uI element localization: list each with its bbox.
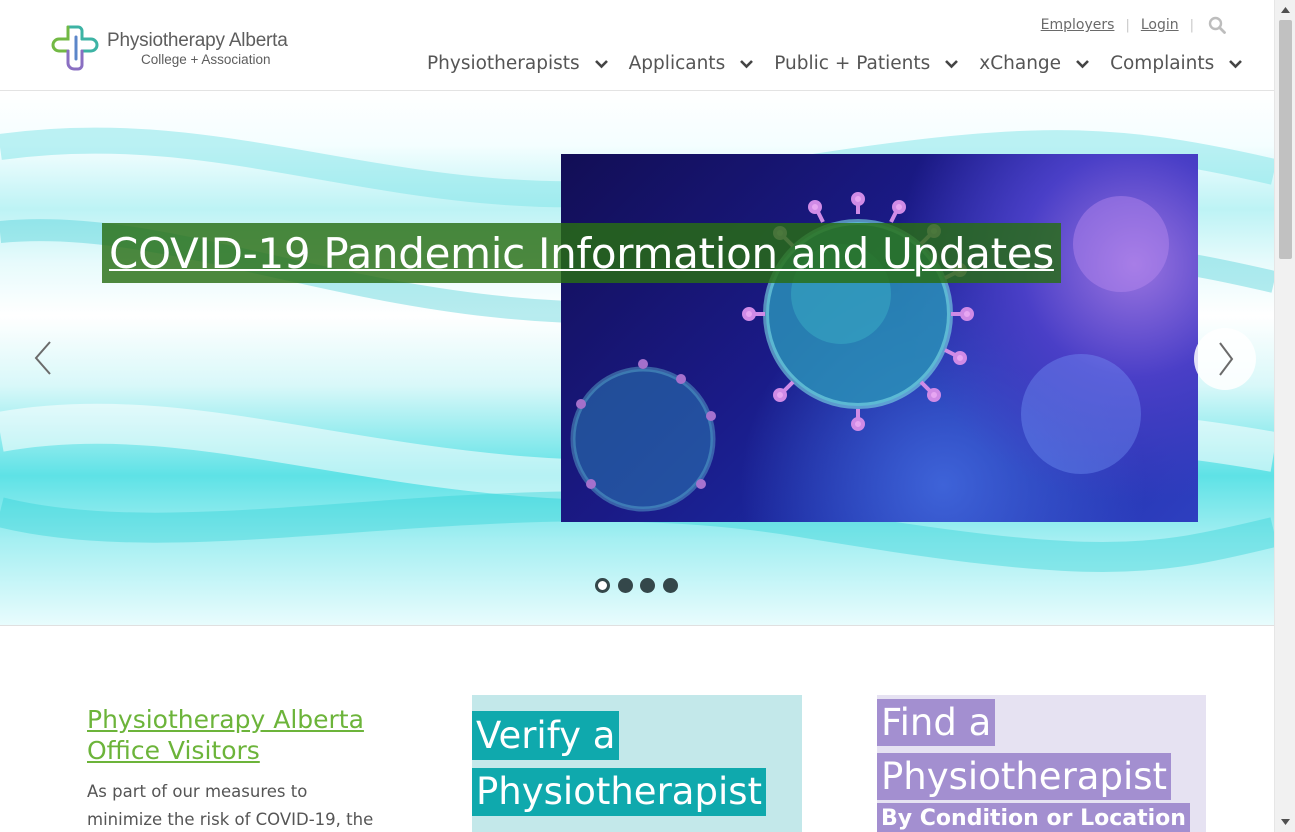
logo-name: Physiotherapy Alberta (107, 30, 288, 51)
office-visitors-text: As part of our measures to minimize the … (87, 782, 374, 829)
tile-line: Physiotherapist (472, 768, 767, 816)
content-section: Physiotherapy Alberta Office Visitors As… (0, 625, 1274, 832)
logo-subtitle: College + Association (141, 52, 271, 67)
main-nav: Physiotherapists Applicants Public + Pat… (427, 53, 1263, 74)
chevron-down-icon (1229, 59, 1243, 68)
page: Physiotherapy Alberta College + Associat… (0, 0, 1295, 832)
nav-public-patients[interactable]: Public + Patients (774, 53, 959, 74)
virus-illustration (570, 192, 1169, 512)
nav-applicants[interactable]: Applicants (629, 53, 755, 74)
chevron-down-icon (740, 59, 754, 68)
nav-label: Complaints (1110, 53, 1215, 74)
nav-label: xChange (979, 53, 1062, 74)
employers-link[interactable]: Employers (1041, 17, 1115, 33)
carousel-dots (595, 578, 685, 593)
site-header: Physiotherapy Alberta College + Associat… (0, 0, 1274, 91)
nav-complaints[interactable]: Complaints (1110, 53, 1243, 74)
tile-line: Physiotherapist (877, 753, 1172, 800)
hero-title-link[interactable]: COVID-19 Pandemic Information and Update… (109, 229, 1054, 278)
coronavirus-image[interactable] (561, 154, 1198, 522)
nav-label: Applicants (628, 53, 726, 74)
chevron-down-icon (594, 59, 608, 68)
divider: | (1189, 17, 1194, 33)
nav-label: Physiotherapists (427, 53, 580, 74)
utility-nav: Employers | Login | (1041, 16, 1226, 34)
divider: | (1125, 17, 1130, 33)
chevron-right-icon (1219, 342, 1234, 376)
scroll-up-arrow-icon[interactable] (1275, 0, 1295, 20)
search-icon[interactable] (1208, 16, 1226, 34)
chevron-down-icon (1076, 59, 1089, 68)
carousel-dot-3[interactable] (640, 578, 655, 593)
hero-carousel: COVID-19 Pandemic Information and Update… (0, 92, 1274, 625)
find-physiotherapist-tile[interactable]: Find a Physiotherapist By Condition or L… (877, 695, 1206, 832)
scroll-down-arrow-icon[interactable] (1275, 812, 1295, 832)
page-scrollbar[interactable] (1274, 0, 1295, 832)
hero-title-box: COVID-19 Pandemic Information and Update… (102, 223, 1061, 283)
nav-xchange[interactable]: xChange (979, 53, 1090, 74)
logo-text: Physiotherapy Alberta College + Associat… (107, 30, 288, 68)
office-visitors-link[interactable]: Physiotherapy Alberta Office Visitors (87, 704, 407, 766)
site-logo[interactable]: Physiotherapy Alberta College + Associat… (49, 23, 288, 75)
tile-line: By Condition or Location (877, 803, 1190, 832)
tile-line: Verify a (472, 711, 620, 760)
tile-line: Find a (877, 699, 996, 746)
verify-physiotherapist-tile[interactable]: Verify a Physiotherapist (472, 695, 802, 832)
nav-label: Public + Patients (774, 53, 931, 74)
nav-physiotherapists[interactable]: Physiotherapists (427, 53, 609, 74)
carousel-dot-2[interactable] (617, 578, 633, 593)
cross-logo-icon (51, 25, 99, 71)
carousel-dot-1[interactable] (595, 578, 610, 593)
chevron-left-icon[interactable] (26, 332, 60, 384)
carousel-dot-4[interactable] (662, 578, 678, 593)
login-link[interactable]: Login (1141, 17, 1179, 33)
chevron-down-icon (945, 59, 959, 68)
scroll-thumb[interactable] (1279, 20, 1292, 259)
next-slide-button[interactable] (1194, 328, 1256, 390)
